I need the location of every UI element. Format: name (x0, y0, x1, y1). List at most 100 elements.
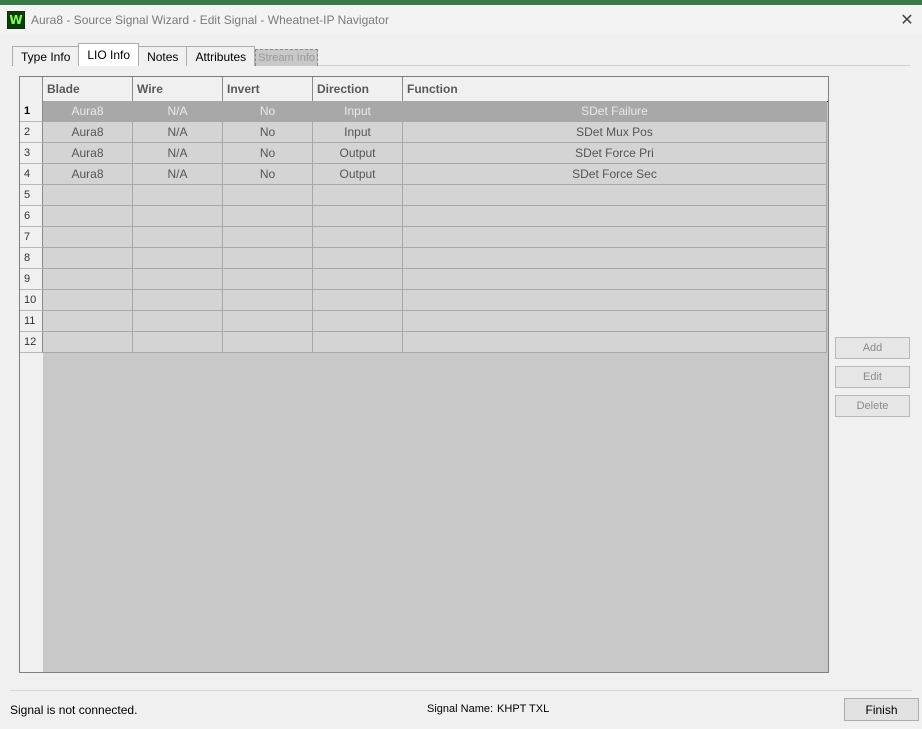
cell-direction[interactable] (313, 227, 403, 248)
table-row[interactable]: 3 Aura8 N/A No Output SDet Force Pri (20, 143, 828, 164)
cell-function[interactable]: SDet Force Sec (403, 164, 827, 185)
cell-blade[interactable] (43, 290, 133, 311)
cell-wire[interactable]: N/A (133, 101, 223, 122)
cell-wire[interactable] (133, 206, 223, 227)
header-function[interactable]: Function (403, 77, 828, 101)
row-number[interactable]: 2 (20, 122, 43, 143)
cell-direction[interactable] (313, 332, 403, 353)
cell-direction[interactable]: Input (313, 101, 403, 122)
edit-button[interactable]: Edit (835, 366, 910, 388)
cell-blade[interactable] (43, 206, 133, 227)
cell-direction[interactable] (313, 185, 403, 206)
cell-wire[interactable] (133, 269, 223, 290)
row-number[interactable]: 6 (20, 206, 43, 227)
cell-invert[interactable]: No (223, 143, 313, 164)
table-row[interactable]: 12 (20, 332, 828, 353)
cell-wire[interactable] (133, 290, 223, 311)
header-blade[interactable]: Blade (43, 77, 133, 101)
cell-invert[interactable] (223, 248, 313, 269)
cell-wire[interactable] (133, 248, 223, 269)
cell-blade[interactable] (43, 332, 133, 353)
cell-invert[interactable]: No (223, 101, 313, 122)
cell-invert[interactable] (223, 206, 313, 227)
cell-function[interactable]: SDet Force Pri (403, 143, 827, 164)
cell-wire[interactable]: N/A (133, 164, 223, 185)
row-number[interactable]: 5 (20, 185, 43, 206)
tab-lio-info[interactable]: LIO Info (78, 43, 140, 66)
row-number[interactable]: 1 (20, 101, 43, 122)
cell-blade[interactable] (43, 311, 133, 332)
cell-direction[interactable]: Output (313, 143, 403, 164)
cell-direction[interactable] (313, 269, 403, 290)
row-number[interactable]: 8 (20, 248, 43, 269)
table-row[interactable]: 10 (20, 290, 828, 311)
row-number[interactable]: 3 (20, 143, 43, 164)
cell-wire[interactable] (133, 332, 223, 353)
table-row[interactable]: 5 (20, 185, 828, 206)
cell-direction[interactable]: Output (313, 164, 403, 185)
cell-function[interactable] (403, 311, 827, 332)
cell-invert[interactable] (223, 185, 313, 206)
tab-strip: Type Info LIO Info Notes Attributes Stre… (12, 43, 318, 66)
row-number[interactable]: 4 (20, 164, 43, 185)
row-number[interactable]: 12 (20, 332, 43, 353)
cell-function[interactable] (403, 185, 827, 206)
table-row[interactable]: 11 (20, 311, 828, 332)
table-row[interactable]: 4 Aura8 N/A No Output SDet Force Sec (20, 164, 828, 185)
cell-direction[interactable] (313, 311, 403, 332)
cell-invert[interactable] (223, 311, 313, 332)
header-direction[interactable]: Direction (313, 77, 403, 101)
close-icon[interactable]: ✕ (892, 5, 922, 35)
cell-function[interactable] (403, 269, 827, 290)
cell-invert[interactable] (223, 332, 313, 353)
table-row[interactable]: 2 Aura8 N/A No Input SDet Mux Pos (20, 122, 828, 143)
header-invert[interactable]: Invert (223, 77, 313, 101)
cell-function[interactable]: SDet Mux Pos (403, 122, 827, 143)
cell-direction[interactable] (313, 206, 403, 227)
cell-wire[interactable]: N/A (133, 122, 223, 143)
cell-invert[interactable] (223, 269, 313, 290)
row-number[interactable]: 7 (20, 227, 43, 248)
cell-direction[interactable] (313, 290, 403, 311)
cell-wire[interactable] (133, 311, 223, 332)
cell-blade[interactable] (43, 227, 133, 248)
cell-blade[interactable] (43, 248, 133, 269)
row-number[interactable]: 9 (20, 269, 43, 290)
cell-blade[interactable] (43, 185, 133, 206)
cell-blade[interactable]: Aura8 (43, 143, 133, 164)
cell-blade[interactable]: Aura8 (43, 101, 133, 122)
cell-blade[interactable] (43, 269, 133, 290)
cell-invert[interactable] (223, 227, 313, 248)
cell-function[interactable] (403, 206, 827, 227)
cell-direction[interactable] (313, 248, 403, 269)
cell-wire[interactable] (133, 185, 223, 206)
cell-wire[interactable]: N/A (133, 143, 223, 164)
tab-type-info[interactable]: Type Info (12, 46, 80, 66)
row-number[interactable]: 11 (20, 311, 43, 332)
cell-function[interactable]: SDet Failure (403, 101, 827, 122)
add-button[interactable]: Add (835, 337, 910, 359)
cell-wire[interactable] (133, 227, 223, 248)
cell-direction[interactable]: Input (313, 122, 403, 143)
finish-button[interactable]: Finish (844, 698, 919, 721)
cell-function[interactable] (403, 248, 827, 269)
table-row[interactable]: 8 (20, 248, 828, 269)
cell-invert[interactable]: No (223, 122, 313, 143)
tab-notes[interactable]: Notes (138, 46, 188, 66)
row-number[interactable]: 10 (20, 290, 43, 311)
tab-attributes[interactable]: Attributes (186, 46, 256, 66)
lio-grid[interactable]: Blade Wire Invert Direction Function 1 Au… (19, 76, 829, 673)
delete-button[interactable]: Delete (835, 395, 910, 417)
cell-function[interactable] (403, 227, 827, 248)
cell-invert[interactable]: No (223, 164, 313, 185)
cell-function[interactable] (403, 332, 827, 353)
cell-function[interactable] (403, 290, 827, 311)
cell-blade[interactable]: Aura8 (43, 122, 133, 143)
table-row[interactable]: 1 Aura8 N/A No Input SDet Failure (20, 101, 828, 122)
cell-invert[interactable] (223, 290, 313, 311)
header-wire[interactable]: Wire (133, 77, 223, 101)
table-row[interactable]: 7 (20, 227, 828, 248)
cell-blade[interactable]: Aura8 (43, 164, 133, 185)
table-row[interactable]: 9 (20, 269, 828, 290)
table-row[interactable]: 6 (20, 206, 828, 227)
